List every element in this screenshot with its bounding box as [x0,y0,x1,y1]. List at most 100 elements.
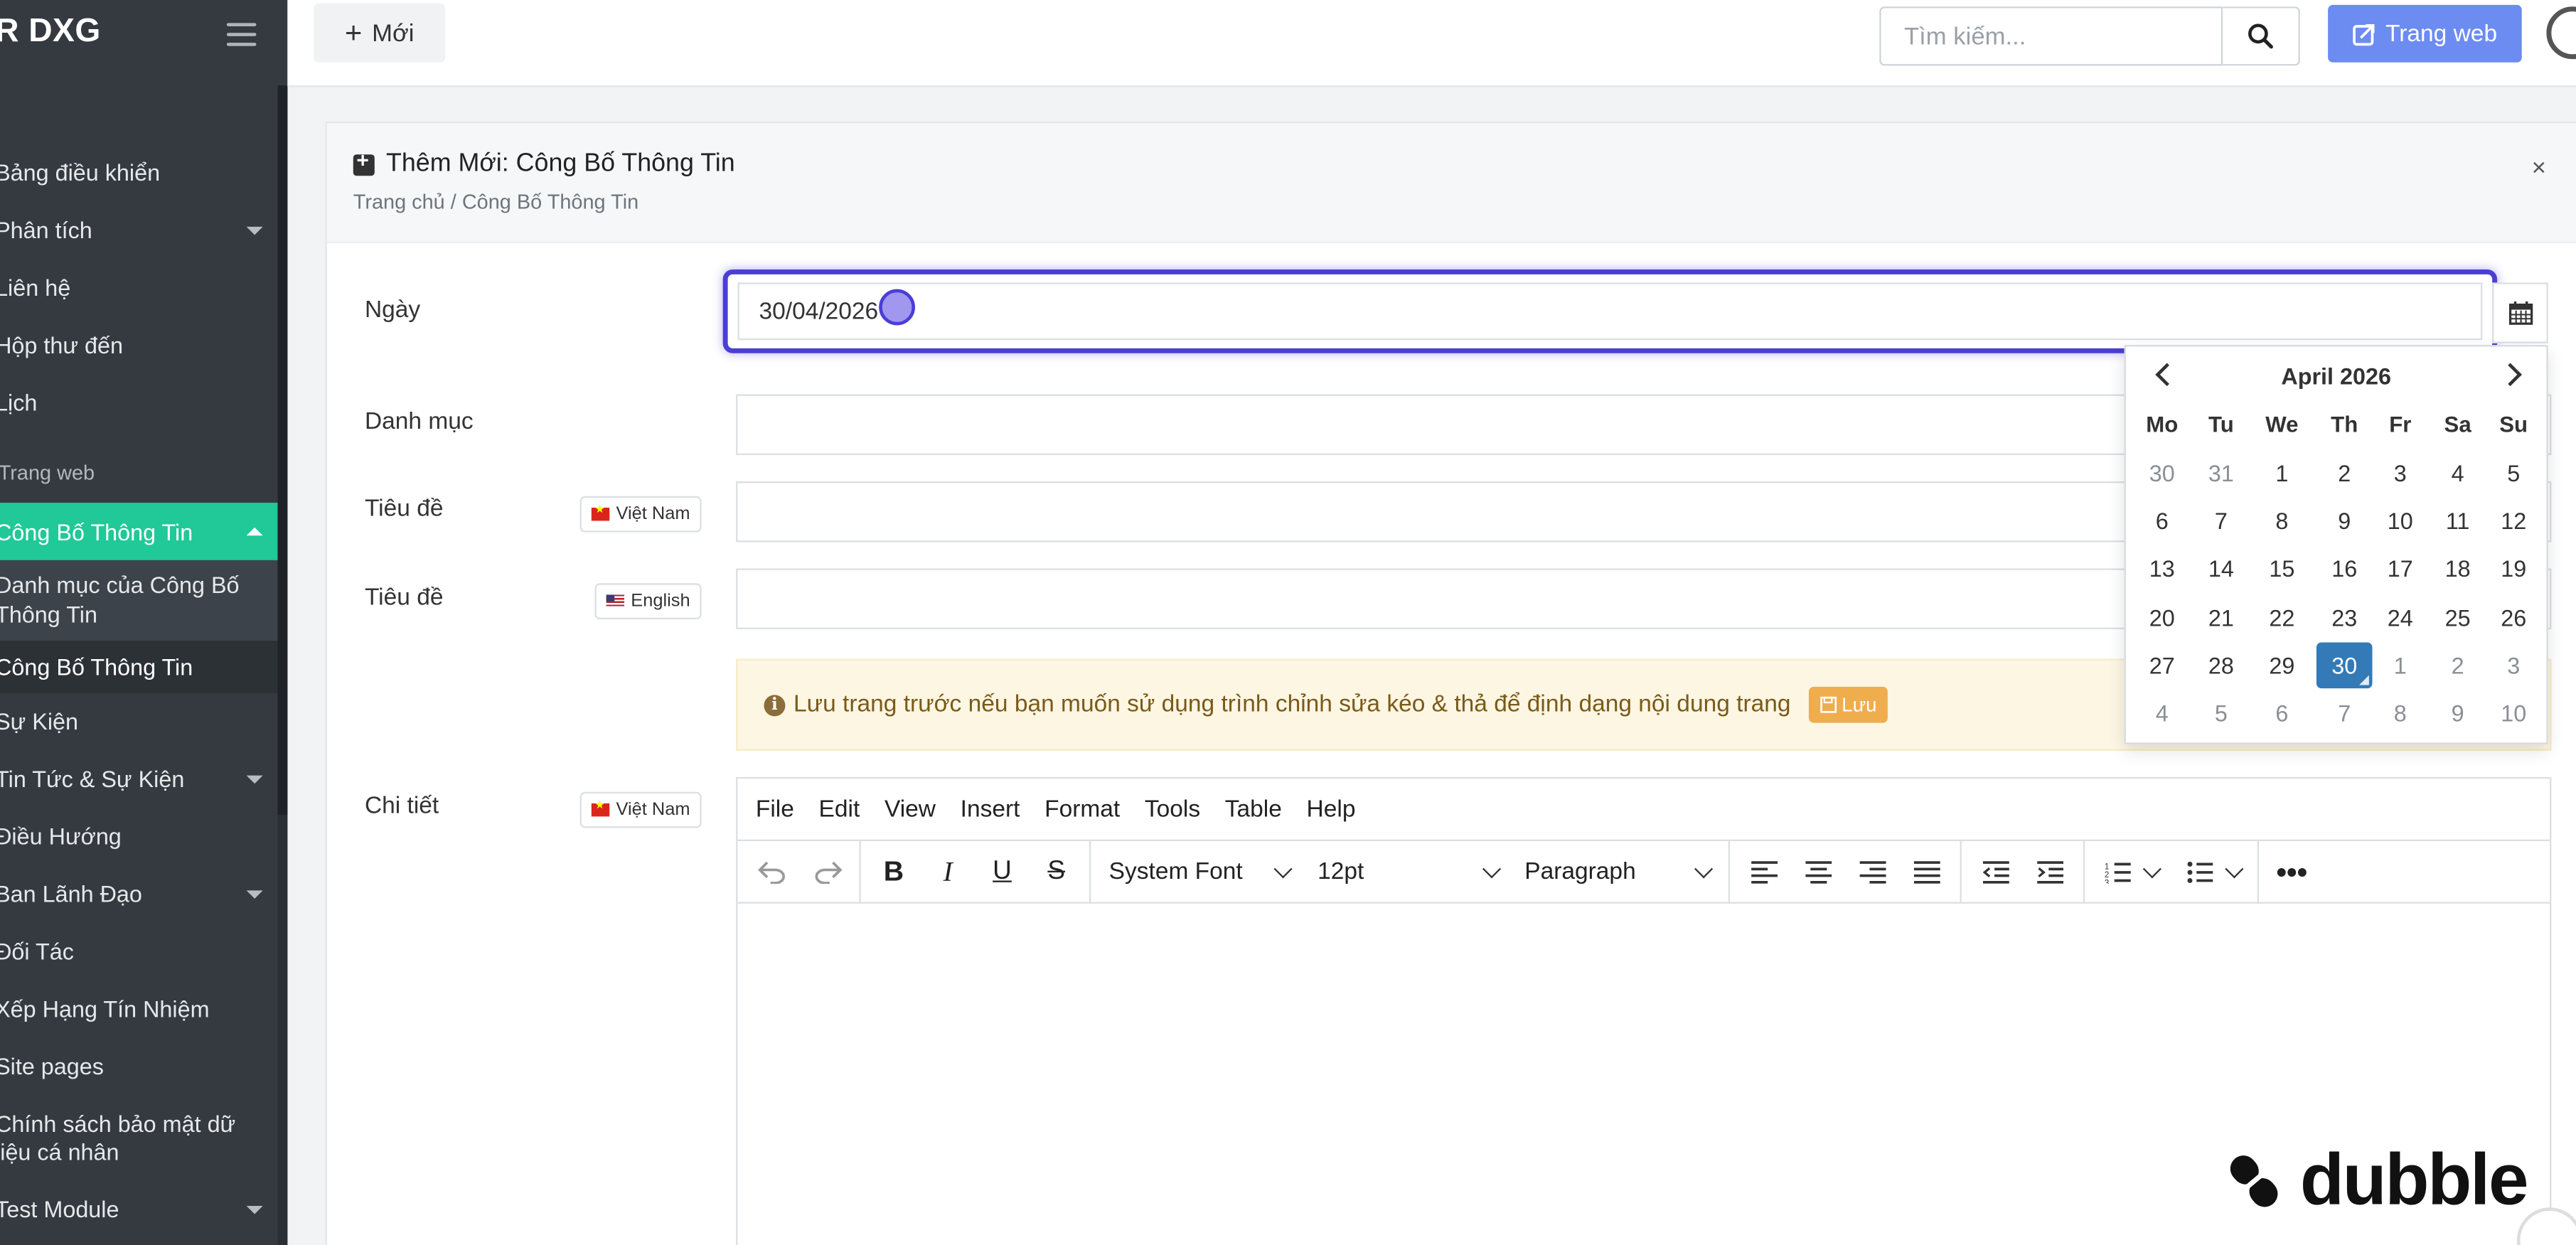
font-size-select[interactable]: 12pt [1308,841,1508,904]
sidebar-item-credit-rating[interactable]: Xếp Hạng Tín Nhiệm [0,990,277,1027]
calendar-day[interactable]: 6 [2254,690,2310,736]
search-input[interactable]: Tìm kiếm... [1879,6,2223,66]
calendar-day[interactable]: 3 [2373,450,2429,496]
menu-table[interactable]: Table [1225,796,1282,822]
calendar-day[interactable]: 15 [2254,546,2310,592]
menu-format[interactable]: Format [1044,796,1120,822]
calendar-day[interactable]: 8 [2373,690,2429,736]
search-button[interactable] [2223,6,2300,66]
numbered-list-icon[interactable]: 123 [2095,841,2167,904]
calendar-day[interactable]: 10 [2486,690,2542,736]
sidebar-item-site-pages[interactable]: Site pages [0,1048,277,1084]
save-button[interactable]: Lưu [1808,686,1888,723]
sidebar-item-leadership[interactable]: Ban Lãnh Đạo [0,876,277,912]
calendar-day[interactable]: 23 [2316,594,2373,640]
date-field[interactable]: 30/04/2026 [737,282,2483,341]
outdent-icon[interactable] [1972,841,2021,904]
sidebar-item-privacy[interactable]: Chính sách bảo mật dữ liệu cá nhân [0,1107,277,1170]
calendar-day[interactable]: 22 [2254,594,2310,640]
calendar-day[interactable]: 1 [2254,450,2310,496]
calendar-day[interactable]: 9 [2430,690,2486,736]
sidebar-item-calendar[interactable]: Lịch [0,385,277,421]
calendar-day[interactable]: 18 [2430,546,2486,592]
calendar-day[interactable]: 1 [2373,642,2429,688]
sidebar-item-navigation[interactable]: Điều Hướng [0,818,277,855]
calendar-day[interactable]: 21 [2193,594,2250,640]
calendar-day[interactable]: 27 [2134,642,2190,688]
align-right-icon[interactable] [1848,841,1897,904]
selected-day[interactable]: 30 [2316,641,2373,688]
calendar-day[interactable]: 2 [2430,642,2486,688]
calendar-day[interactable]: 14 [2193,546,2250,592]
menu-help[interactable]: Help [1307,796,1356,822]
avatar[interactable] [2546,6,2576,60]
datepicker-month[interactable]: April 2026 [2126,363,2547,390]
calendar-day[interactable]: 2 [2316,450,2373,496]
more-icon[interactable]: ••• [2267,841,2316,904]
calendar-day[interactable]: 20 [2134,594,2190,640]
menu-file[interactable]: File [756,796,794,822]
calendar-day[interactable]: 29 [2254,642,2310,688]
calendar-day[interactable]: 7 [2316,690,2373,736]
menu-insert[interactable]: Insert [961,796,1020,822]
italic-icon[interactable]: I [924,841,973,904]
sidebar-item-news[interactable]: Tin Tức & Sự Kiện [0,761,277,797]
calendar-button[interactable] [2492,282,2548,343]
calendar-day[interactable]: 12 [2486,498,2542,545]
website-button[interactable]: Trang web [2328,4,2522,63]
indent-icon[interactable] [2026,841,2075,904]
calendar-day[interactable]: 11 [2430,498,2486,545]
sidebar-item-test-module[interactable]: Test Module [0,1191,277,1227]
calendar-day[interactable]: 25 [2430,594,2486,640]
align-justify-icon[interactable] [1903,841,1952,904]
calendar-day[interactable]: 4 [2134,690,2190,736]
menu-view[interactable]: View [885,796,936,822]
calendar-day[interactable]: 8 [2254,498,2310,545]
sidebar-scrollbar-thumb[interactable] [277,85,288,816]
calendar-day[interactable]: 31 [2193,450,2250,496]
sidebar-item-disclosure[interactable]: Công Bố Thông Tin [0,503,278,560]
calendar-day[interactable]: 17 [2373,546,2429,592]
menu-toggle-icon[interactable] [226,23,257,53]
align-left-icon[interactable] [1740,841,1789,904]
weekday-header: Tu [2208,412,2234,437]
calendar-day[interactable]: 28 [2193,642,2250,688]
menu-tools[interactable]: Tools [1145,796,1200,822]
sidebar-item-contact[interactable]: Liên hệ [0,269,277,306]
redo-icon[interactable] [803,841,853,904]
calendar-day[interactable]: 9 [2316,498,2373,545]
sidebar-subitem-category[interactable]: Danh mục của Công Bố Thông Tin [0,560,278,641]
calendar-day[interactable]: 26 [2486,594,2542,640]
calendar-day[interactable]: 19 [2486,546,2542,592]
menu-edit[interactable]: Edit [819,796,860,822]
editor-toolbar: B I U S System Font 12pt Paragraph 123 •… [737,841,2550,904]
strikethrough-icon[interactable]: S [1032,841,1081,904]
calendar-day[interactable]: 5 [2486,450,2542,496]
calendar-day[interactable]: 4 [2430,450,2486,496]
calendar-day[interactable]: 3 [2486,642,2542,688]
new-button[interactable]: + Mới [314,3,446,63]
sidebar-item-events[interactable]: Sự Kiện [0,703,277,739]
sidebar-subitem-disclosure[interactable]: Công Bố Thông Tin [0,641,278,694]
close-icon[interactable]: × [2532,154,2546,182]
calendar-day[interactable]: 6 [2134,498,2190,545]
sidebar-item-inbox[interactable]: Hộp thư đến [0,327,277,363]
breadcrumb[interactable]: Trang chủ / Công Bố Thông Tin [353,191,638,213]
sidebar-item-analytics[interactable]: Phân tích [0,212,277,248]
calendar-day[interactable]: 30 [2134,450,2190,496]
calendar-day[interactable]: 16 [2316,546,2373,592]
calendar-day[interactable]: 13 [2134,546,2190,592]
calendar-day[interactable]: 10 [2373,498,2429,545]
underline-icon[interactable]: U [978,841,1027,904]
calendar-day[interactable]: 7 [2193,498,2250,545]
block-format-select[interactable]: Paragraph [1514,841,1720,904]
undo-icon[interactable] [747,841,796,904]
bullet-list-icon[interactable] [2177,841,2250,904]
calendar-day[interactable]: 24 [2373,594,2429,640]
bold-icon[interactable]: B [869,841,918,904]
sidebar-item-dashboard[interactable]: Bảng điều khiển [0,154,277,191]
font-family-select[interactable]: System Font [1099,841,1300,904]
align-center-icon[interactable] [1794,841,1843,904]
sidebar-item-partners[interactable]: Đối Tác [0,933,277,969]
calendar-day[interactable]: 5 [2193,690,2250,736]
